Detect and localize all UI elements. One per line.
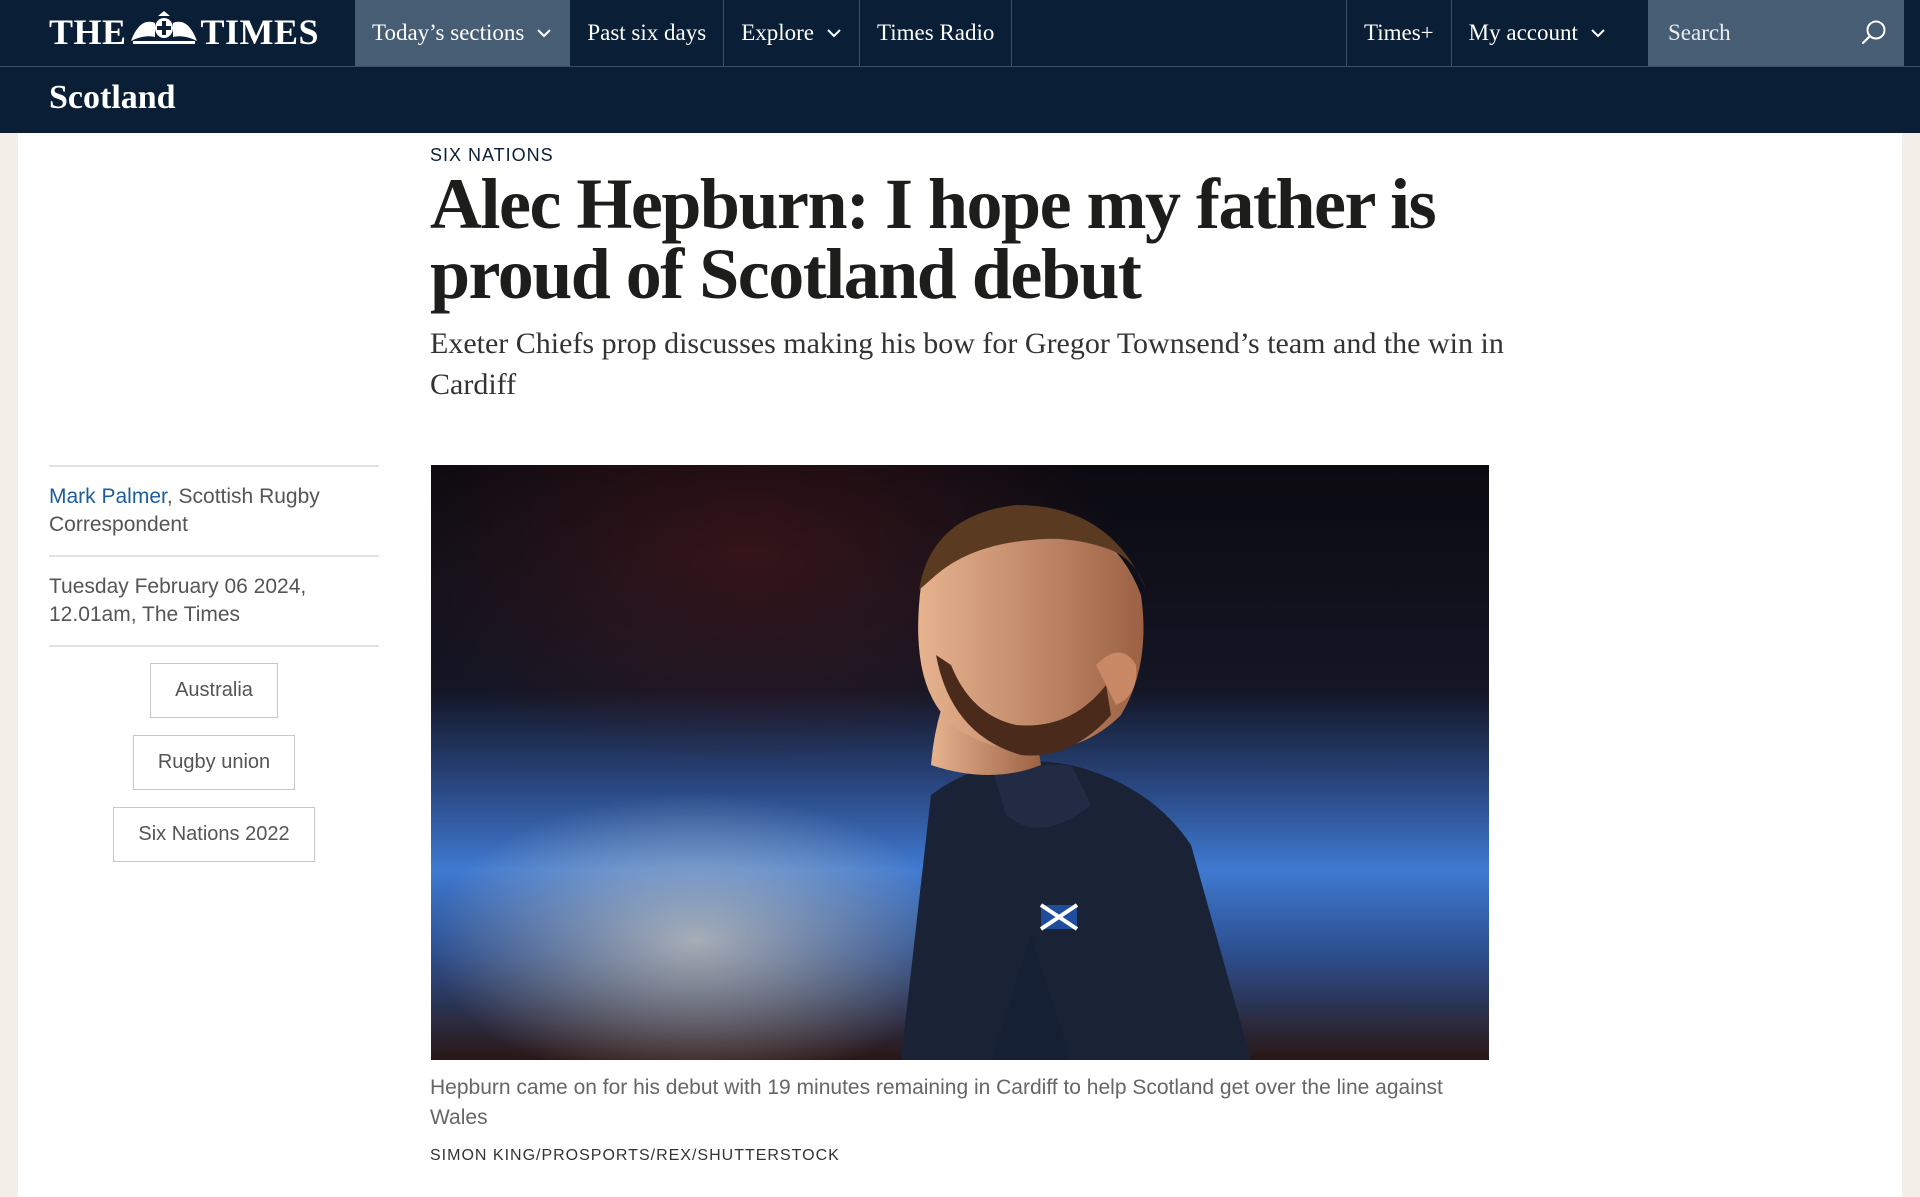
search-box [1648, 0, 1904, 66]
chevron-down-icon [1591, 29, 1605, 38]
article-photo [431, 465, 1489, 1060]
topic-tags: Australia Rugby union Six Nations 2022 [49, 647, 379, 879]
article-page: SIX NATIONS Alec Hepburn: I hope my fath… [18, 133, 1902, 1197]
byline: Mark Palmer, Scottish Rugby Corresponden… [49, 467, 379, 555]
search-input[interactable] [1666, 19, 1860, 47]
nav-my-account[interactable]: My account [1452, 0, 1623, 66]
publish-date: Tuesday February 06 2024, 12.01am, The T… [49, 575, 307, 626]
royal-crest-icon [129, 11, 199, 54]
top-navigation-bar: THE TIMES Today’s sections Past six days… [0, 0, 1920, 67]
nav-explore[interactable]: Explore [724, 0, 860, 66]
logo-text-right: TIMES [200, 12, 320, 52]
chevron-down-icon [537, 29, 552, 38]
photo-caption: Hepburn came on for his debut with 19 mi… [430, 1076, 1443, 1129]
author-link[interactable]: Mark Palmer [49, 485, 167, 508]
times-logo[interactable]: THE TIMES [49, 11, 319, 54]
account-nav: Times+ My account [1346, 0, 1623, 66]
logo-text-left: THE [49, 12, 127, 52]
article-kicker[interactable]: SIX NATIONS [430, 145, 554, 166]
tag-six-nations-2022[interactable]: Six Nations 2022 [113, 807, 315, 862]
nav-past-six-days[interactable]: Past six days [570, 0, 725, 66]
article-standfirst: Exeter Chiefs prop discusses making his … [430, 327, 1504, 401]
tag-australia[interactable]: Australia [150, 663, 278, 718]
article-headline: Alec Hepburn: I hope my father is proud … [430, 164, 1437, 314]
rugby-player-photo [431, 465, 1489, 1060]
tag-rugby-union[interactable]: Rugby union [132, 735, 296, 790]
edition-bar: Scotland [0, 67, 1920, 133]
edition-title[interactable]: Scotland [49, 79, 176, 117]
nav-times-plus[interactable]: Times+ [1347, 0, 1452, 66]
nav-times-radio[interactable]: Times Radio [860, 0, 1013, 66]
photo-credit: SIMON KING/PROSPORTS/REX/SHUTTERSTOCK [430, 1147, 840, 1164]
article-meta: Mark Palmer, Scottish Rugby Corresponden… [49, 465, 379, 879]
primary-nav: Today’s sections Past six days Explore T… [355, 0, 1013, 66]
chevron-down-icon [827, 29, 841, 38]
nav-todays-sections[interactable]: Today’s sections [355, 0, 571, 66]
search-icon[interactable] [1860, 19, 1888, 47]
